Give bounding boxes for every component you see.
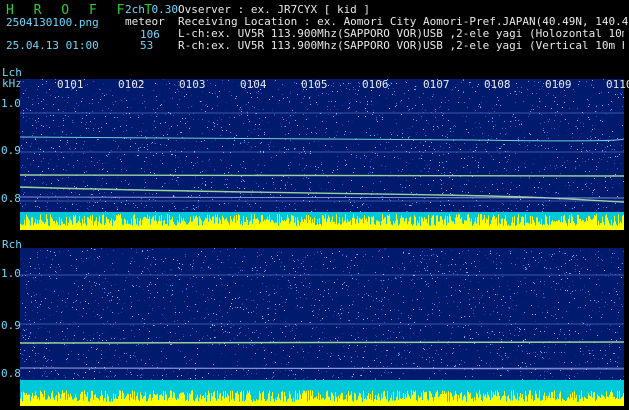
rch-ytick: 1.0: [1, 267, 21, 280]
lch-ytick: 0.8: [1, 192, 21, 205]
rch-count: 53: [140, 39, 154, 52]
time-tick-label: 0103: [179, 78, 206, 91]
time-tick-label: 0102: [118, 78, 145, 91]
lch-info: L-ch:ex. UV5R 113.900Mhz(SAPPORO VOR)USB…: [178, 28, 624, 40]
rch-ytick: 0.8: [1, 367, 21, 380]
time-tick-label: 0105: [301, 78, 328, 91]
time-tick-label: 0101: [57, 78, 84, 91]
lch-ytick: 1.0: [1, 97, 21, 110]
time-tick-label: 0107: [423, 78, 450, 91]
lch-unit-label: kHz: [2, 77, 22, 90]
time-tick-label: 0110: [606, 78, 629, 91]
time-tick-label: 0109: [545, 78, 572, 91]
lch-ytick: 0.9: [1, 144, 21, 157]
time-tick-label: 0108: [484, 78, 511, 91]
datetime-label: 25.04.13 01:00: [6, 39, 99, 52]
lch-spectrogram: [20, 79, 624, 230]
mode-label: meteor: [125, 15, 165, 28]
filename-label: 2504130100.png: [6, 16, 99, 29]
time-tick-label: 0106: [362, 78, 389, 91]
location-info: Receiving Location : ex. Aomori City Aom…: [178, 15, 629, 28]
rch-spectrogram: [20, 248, 624, 406]
rch-waterfall: [20, 248, 624, 406]
time-tick-label: 0104: [240, 78, 267, 91]
rch-ytick: 0.9: [1, 319, 21, 332]
lch-waterfall: [20, 79, 624, 230]
rch-info: R-ch:ex. UV5R 113.900Mhz(SAPPORO VOR)USB…: [178, 40, 624, 52]
rch-label: Rch: [2, 238, 22, 251]
